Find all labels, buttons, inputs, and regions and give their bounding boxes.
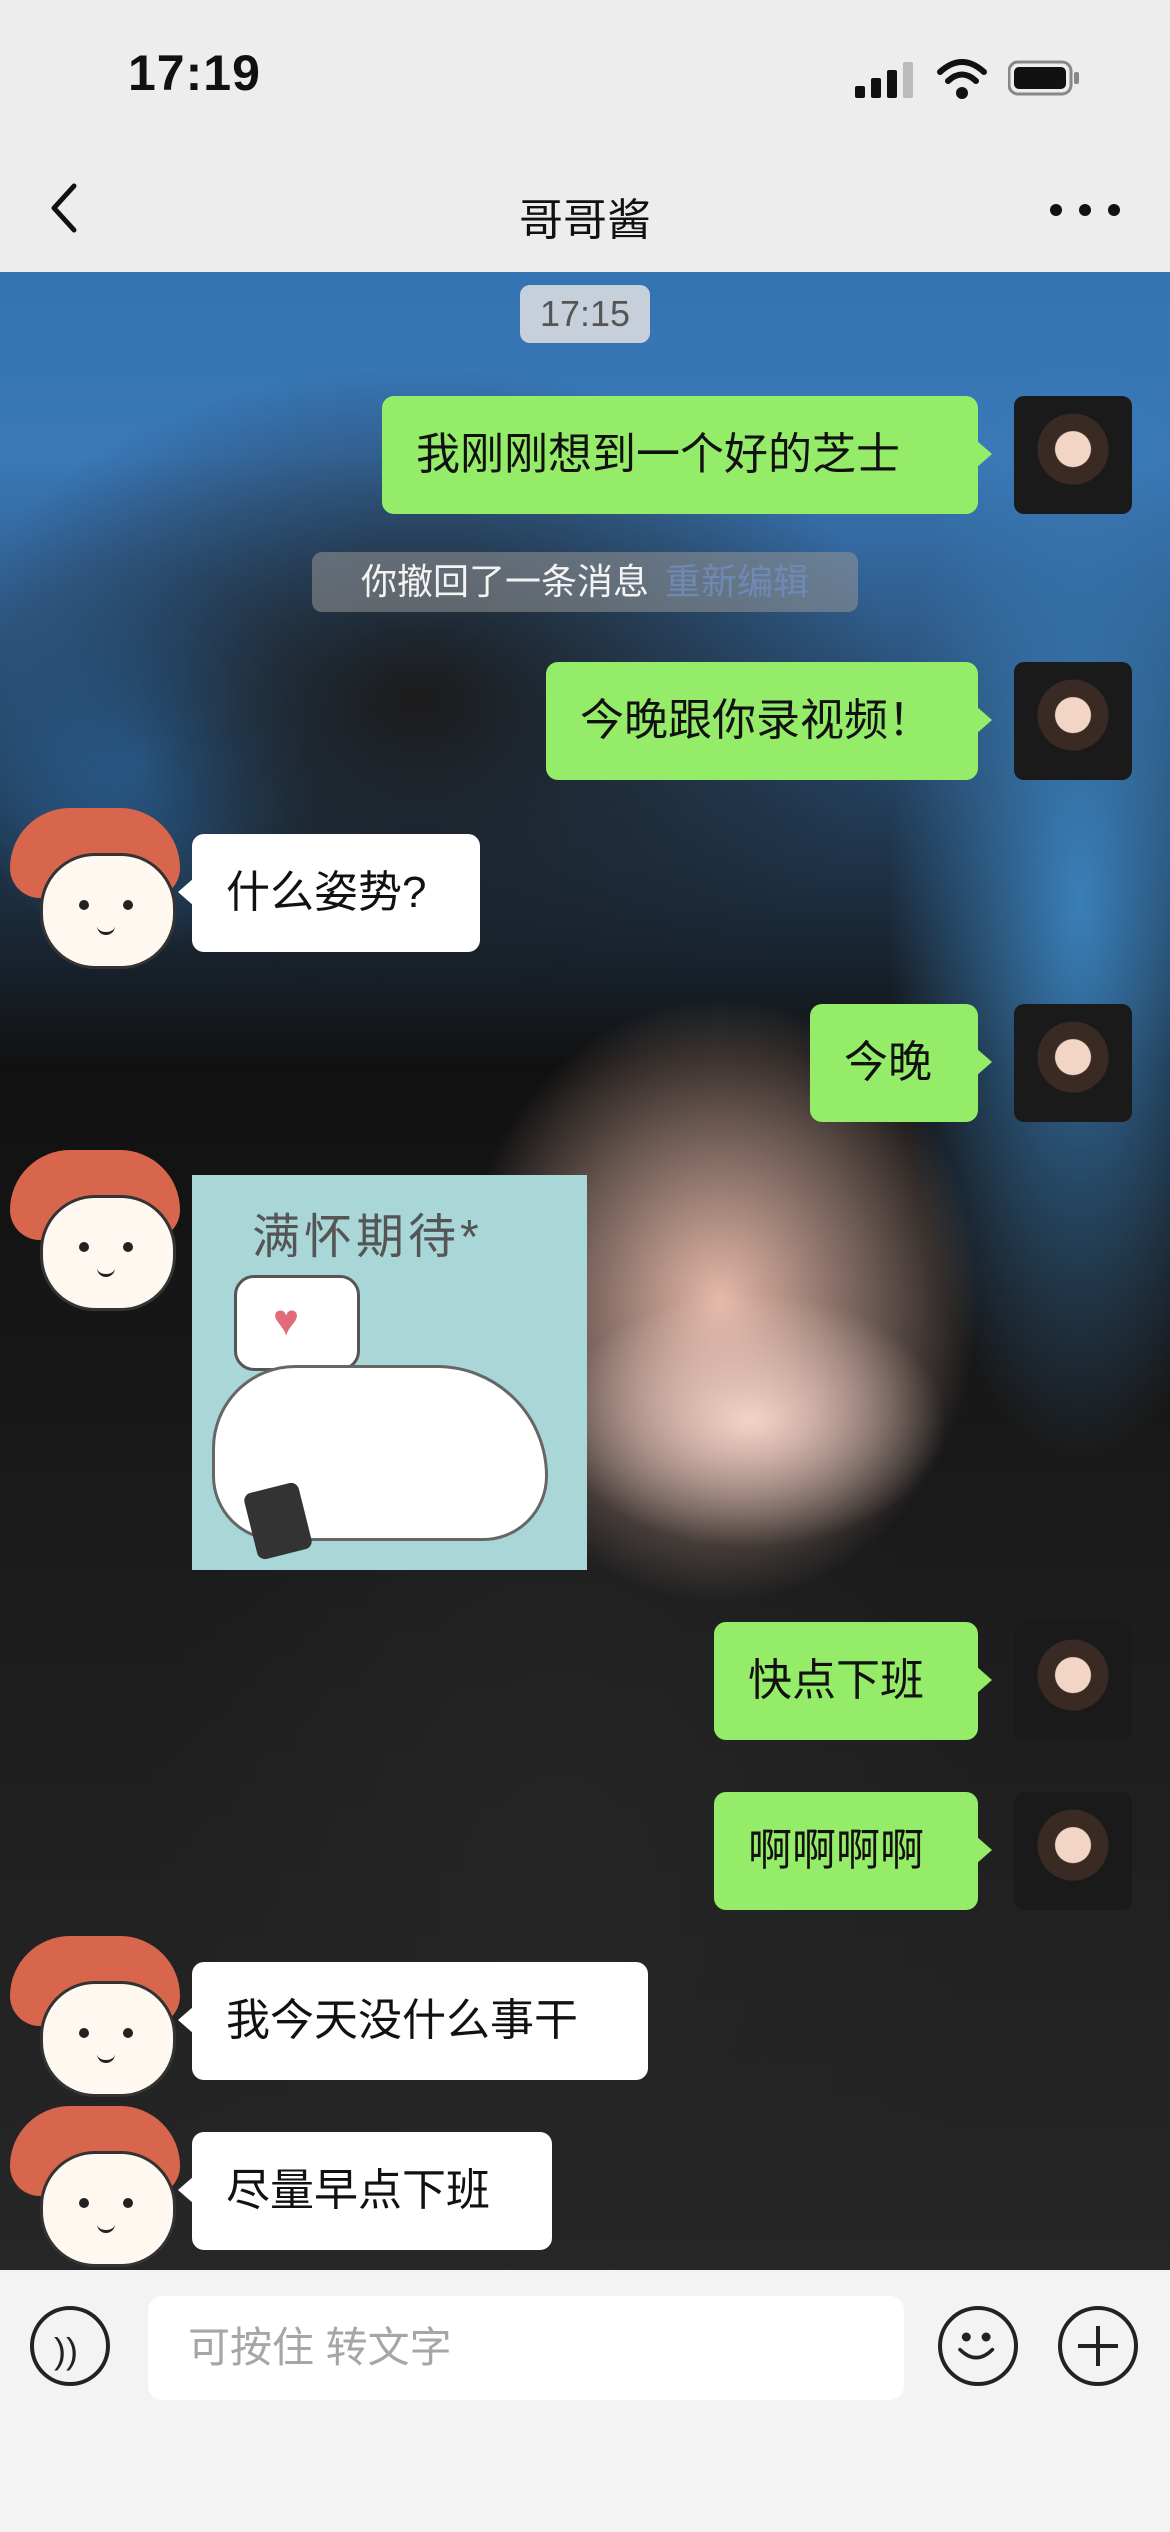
message-bubble-self[interactable]: 今晚 [810, 1004, 992, 1122]
message-bubble-contact[interactable]: 我今天没什么事干 [178, 1962, 648, 2080]
sticker-message[interactable]: 满怀期待* ♥ [192, 1175, 587, 1570]
signal-icon [855, 62, 913, 98]
self-avatar[interactable] [1014, 396, 1132, 514]
re-edit-link[interactable]: 重新编辑 [665, 561, 809, 602]
contact-avatar[interactable] [10, 1150, 180, 1311]
status-bar: 17:19 [0, 0, 1170, 150]
message-bubble-contact[interactable]: 尽量早点下班 [178, 2132, 552, 2250]
self-avatar[interactable] [1014, 1792, 1132, 1910]
message-timestamp: 17:15 [520, 285, 650, 343]
status-time: 17:19 [128, 45, 261, 101]
battery-icon [1008, 60, 1079, 96]
contact-avatar[interactable] [10, 2106, 180, 2267]
emoji-icon[interactable] [938, 2306, 1018, 2386]
message-bubble-contact[interactable]: 什么姿势? [178, 834, 480, 952]
sticker-caption: 满怀期待* [252, 1211, 483, 1264]
wifi-icon [937, 59, 987, 99]
message-input[interactable]: 可按住 转文字 [148, 2296, 904, 2400]
self-avatar[interactable] [1014, 662, 1132, 780]
voice-icon[interactable]: )) [30, 2306, 110, 2386]
recall-notice: 你撤回了一条消息 重新编辑 [312, 552, 858, 612]
chat-header: 哥哥酱 [0, 150, 1170, 272]
message-bubble-self[interactable]: 快点下班 [714, 1622, 992, 1740]
contact-avatar[interactable] [10, 1936, 180, 2097]
chat-title: 哥哥酱 [519, 196, 651, 245]
message-bubble-self[interactable]: 啊啊啊啊 [714, 1792, 992, 1910]
more-icon[interactable] [1050, 190, 1120, 230]
plus-icon[interactable] [1058, 2306, 1138, 2386]
self-avatar[interactable] [1014, 1622, 1132, 1740]
contact-avatar[interactable] [10, 808, 180, 969]
message-bubble-self[interactable]: 今晚跟你录视频！ [546, 662, 992, 780]
self-avatar[interactable] [1014, 1004, 1132, 1122]
chat-screen: 17:19 哥哥酱 17:15 我刚刚想到一个好的芝士 你撤回了一条消息 重新编… [0, 0, 1170, 2532]
recall-text: 你撤回了一条消息 [360, 561, 649, 602]
message-bubble-self[interactable]: 我刚刚想到一个好的芝士 [382, 396, 992, 514]
heart-icon: ♥ [234, 1275, 360, 1371]
input-bar: )) 可按住 转文字 [0, 2270, 1170, 2532]
